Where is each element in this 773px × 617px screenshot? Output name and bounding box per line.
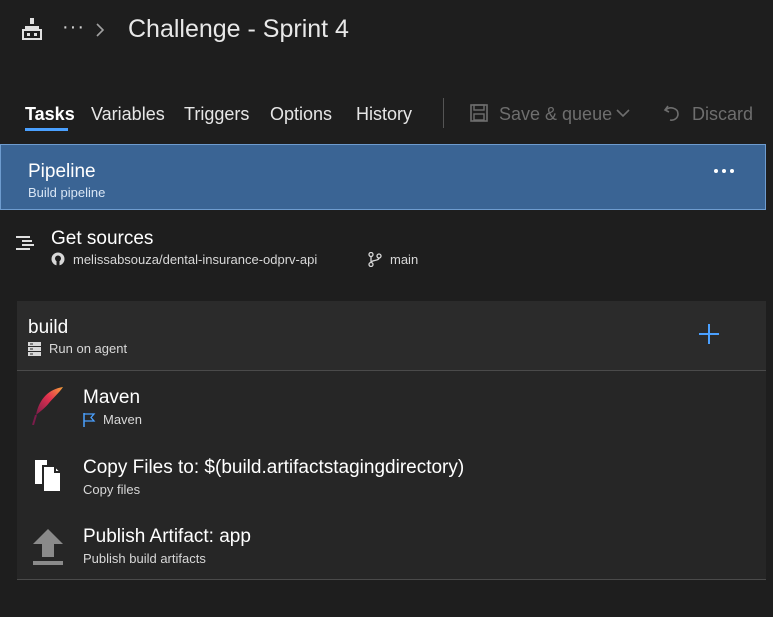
job-subtitle: Run on agent	[49, 341, 128, 356]
add-task-plus-icon[interactable]	[698, 323, 720, 345]
more-options-icon[interactable]	[713, 167, 735, 175]
branch-name: main	[390, 252, 419, 267]
pipeline-subtitle: Build pipeline	[28, 185, 106, 200]
task-publish-artifact[interactable]: Publish Artifact: app Publish build arti…	[17, 511, 766, 579]
task-maven[interactable]: Maven Maven	[17, 372, 766, 440]
discard-label: Discard	[692, 104, 754, 124]
get-sources-icon	[16, 236, 34, 250]
undo-icon	[663, 105, 679, 121]
job-title: build	[28, 317, 69, 338]
chevron-down-icon	[616, 109, 630, 118]
flag-icon	[83, 413, 96, 427]
page-title: Challenge - Sprint 4	[128, 15, 349, 43]
server-icon	[28, 342, 41, 356]
save-icon	[470, 104, 488, 122]
active-tab-indicator	[25, 128, 68, 131]
copy-files-icon	[35, 460, 62, 493]
pipeline-icon[interactable]	[22, 18, 42, 40]
task-subtitle: Copy files	[83, 482, 141, 497]
page-header: ··· Challenge - Sprint 4	[0, 0, 773, 62]
pipeline-title: Pipeline	[28, 161, 96, 182]
tab-triggers[interactable]: Triggers	[184, 104, 249, 125]
save-and-queue-label: Save & queue	[499, 104, 613, 124]
divider	[17, 579, 766, 580]
task-title: Maven	[83, 387, 141, 408]
task-subtitle: Maven	[103, 412, 143, 427]
maven-feather-icon	[32, 387, 63, 425]
agent-job-panel: build Run on agent Maven Maven Copy File…	[17, 301, 766, 580]
agent-job-header[interactable]: build Run on agent	[17, 301, 766, 371]
tab-variables[interactable]: Variables	[91, 104, 165, 125]
task-title: Copy Files to: $(build.artifactstagingdi…	[83, 457, 465, 478]
breadcrumb-more-button[interactable]: ···	[62, 16, 85, 39]
repository-name: melissabsouza/dental-insurance-odprv-api	[73, 252, 318, 267]
task-title: Publish Artifact: app	[83, 526, 251, 547]
task-subtitle: Publish build artifacts	[83, 551, 206, 566]
pivot-tabs: Tasks Variables Triggers Options History…	[0, 92, 773, 136]
task-copy-files[interactable]: Copy Files to: $(build.artifactstagingdi…	[17, 442, 766, 510]
tab-history[interactable]: History	[356, 104, 412, 125]
tab-options[interactable]: Options	[270, 104, 332, 125]
toolbar-divider	[443, 98, 444, 128]
get-sources-title: Get sources	[51, 228, 154, 249]
branch-icon	[368, 252, 382, 267]
tab-tasks[interactable]: Tasks	[25, 104, 75, 125]
pipeline-row[interactable]: Pipeline Build pipeline	[0, 144, 766, 210]
github-icon	[51, 252, 65, 266]
upload-arrow-icon	[33, 529, 63, 565]
chevron-right-icon	[96, 23, 105, 37]
